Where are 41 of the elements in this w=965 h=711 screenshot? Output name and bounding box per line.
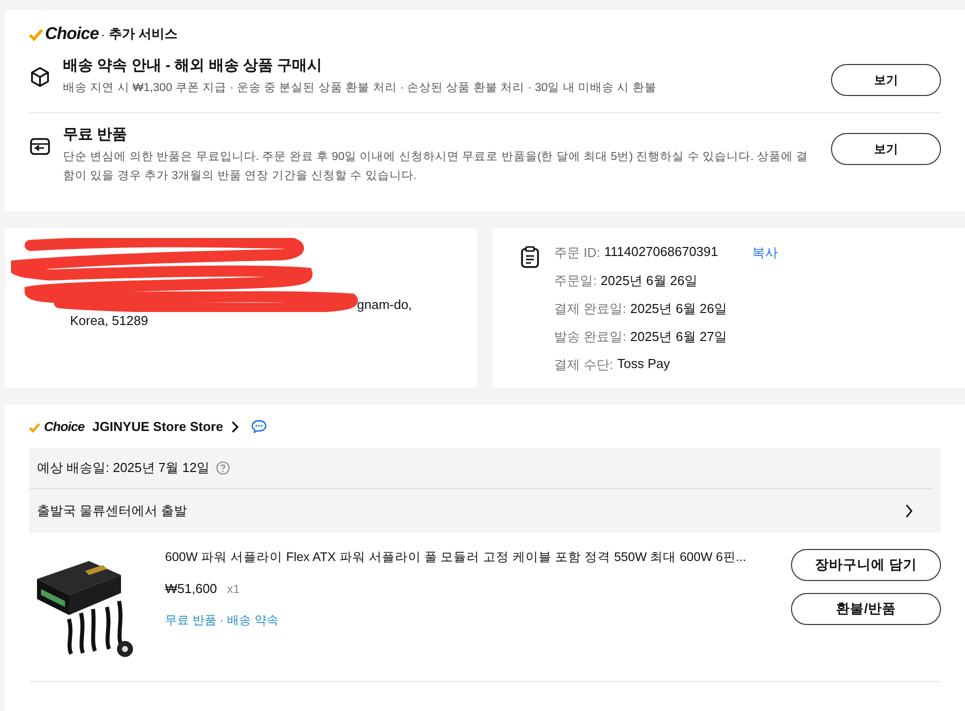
delivery-estimate: 예상 배송일: 2025년 7월 12일 (37, 459, 210, 477)
view-button[interactable]: 보기 (831, 133, 941, 165)
clipboard-icon (520, 246, 540, 268)
check-icon (29, 29, 43, 41)
shipping-status-row[interactable]: 출발국 물류센터에서 출발 (29, 489, 941, 533)
product-title[interactable]: 600W 파워 서플라이 Flex ATX 파워 서플라이 풀 모듈러 고정 케이블 포함 정격 550W 최대 600W 6핀... (165, 549, 765, 566)
info-label: 주문 ID: (554, 244, 600, 262)
check-icon (29, 422, 40, 432)
quantity: x1 (227, 582, 240, 596)
brand-logo-text: Choice (45, 24, 99, 44)
info-value: Toss Pay (617, 356, 670, 373)
info-value: 2025년 6월 26일 (600, 272, 698, 290)
info-value: 1114027068670391 (604, 244, 718, 261)
service-description: 배송 지연 시 ₩1,300 쿠폰 지급 · 운송 중 분실된 상품 환불 처리 · 손상된 상품 환불 처리 · 30일 내 미배송 시 환불 (63, 81, 658, 96)
address-text: Korea, 51289 (69, 313, 150, 328)
section-title: 추가 서비스 (109, 25, 178, 43)
copy-link[interactable]: 복사 (752, 244, 778, 272)
chat-icon[interactable] (251, 419, 268, 434)
box-icon (29, 66, 51, 88)
chevron-right-icon (905, 504, 913, 518)
help-icon[interactable] (216, 461, 230, 475)
info-value: 2025년 6월 26일 (630, 300, 728, 318)
view-button[interactable]: 보기 (831, 64, 941, 96)
address-text: gnam-do, (357, 297, 412, 312)
info-value: 2025년 6월 27일 (630, 328, 728, 346)
chevron-right-icon[interactable] (231, 420, 240, 432)
service-description: 단순 변심에 의한 반품은 무료입니다. 주문 완료 후 90일 이내에 신청하시면 무료로 반품을(한 달에 최대 5번) 진행하실 수 있습니다. 상품에 결함이 있을 경우 추가 3개월의 반품 연장 기간을 신청할 수 있습니다. (63, 150, 810, 184)
info-label: 발송 완료일: (554, 328, 626, 346)
return-icon (29, 135, 51, 157)
service-tags: 무료 반품 · 배송 약속 (165, 612, 765, 629)
brand-logo-text: Choice (44, 419, 84, 434)
separator: · (100, 26, 106, 42)
info-label: 결제 완료일: (554, 300, 626, 318)
price: ₩51,600 (165, 581, 218, 596)
action-button[interactable]: 장바구니에 담기 (791, 549, 941, 581)
info-label: 결제 수단: (554, 356, 614, 374)
service-title: 무료 반품 (63, 125, 128, 144)
store-link[interactable]: JGINYUE Store Store (92, 419, 224, 434)
service-title: 배송 약속 안내 - 해외 배송 상품 구매시 (63, 56, 324, 75)
action-button[interactable]: 환불/반품 (791, 593, 941, 625)
info-label: 주문일: (554, 272, 597, 290)
